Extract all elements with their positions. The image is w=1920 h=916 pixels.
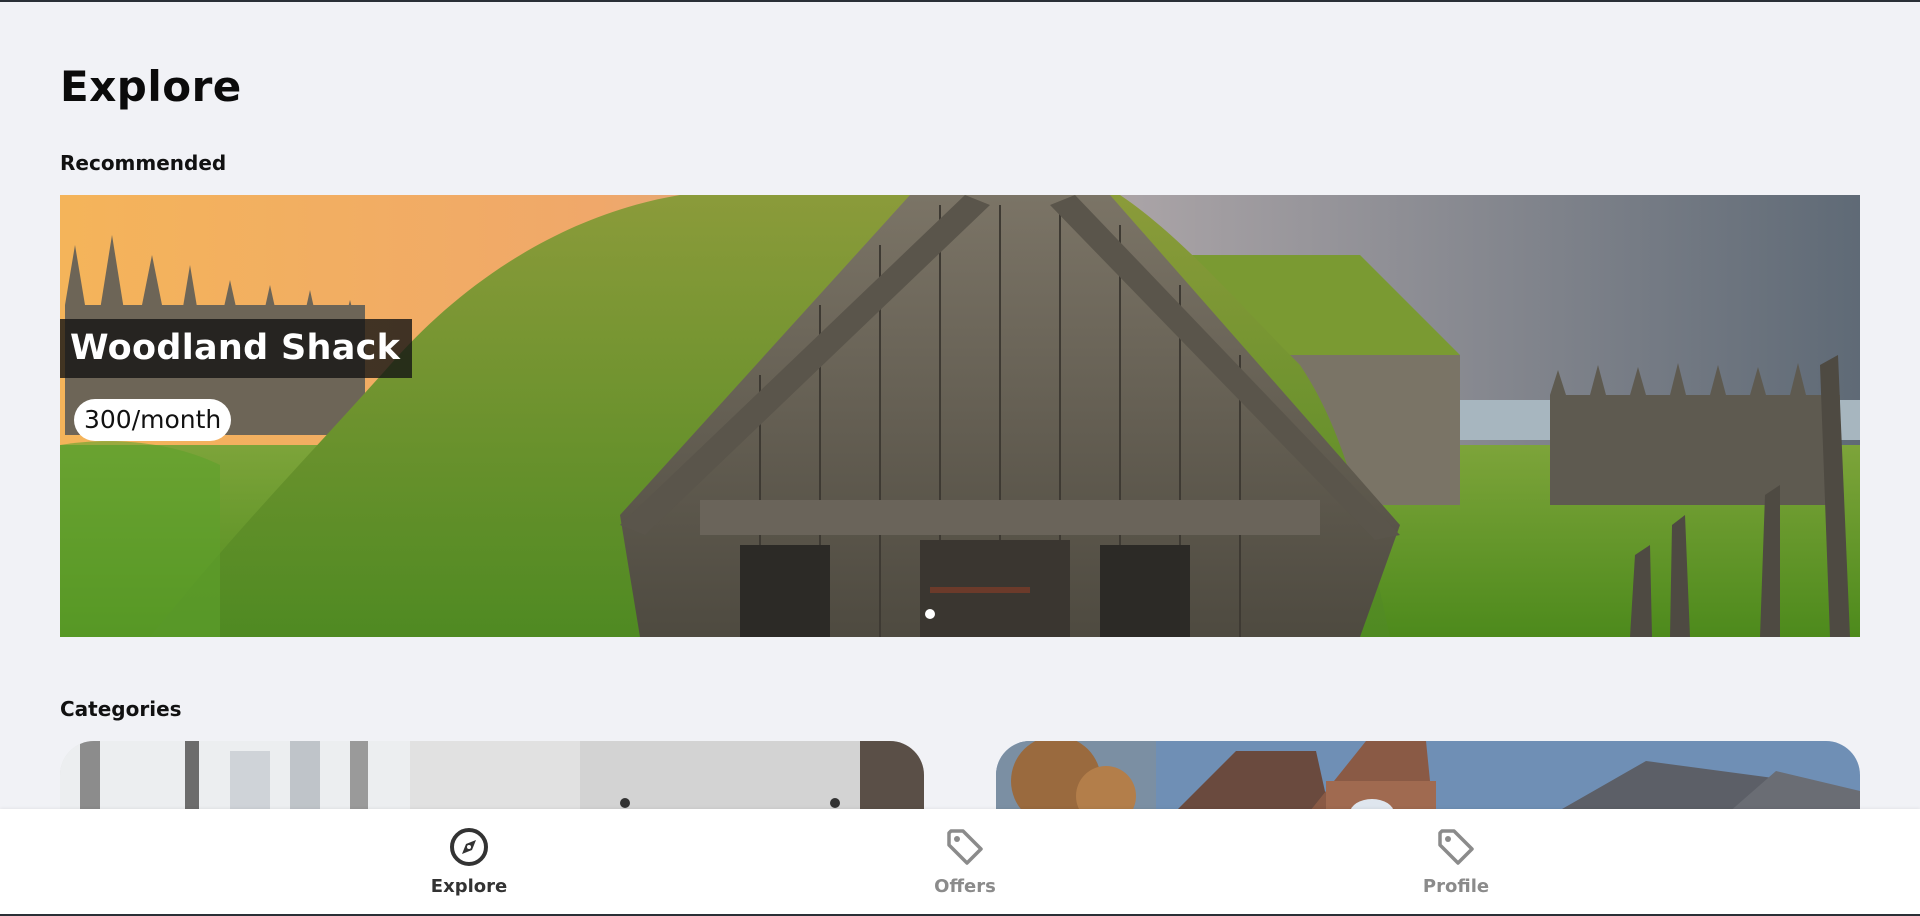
nav-item-explore[interactable]: Explore <box>369 809 569 916</box>
page-title: Explore <box>60 62 242 111</box>
listing-price-badge: 300/month <box>74 399 232 441</box>
nav-label-profile: Profile <box>1422 876 1490 897</box>
compass-icon <box>450 828 488 866</box>
top-border <box>0 0 1920 2</box>
listing-title: Woodland Shack <box>60 319 413 378</box>
tag-icon <box>947 829 983 865</box>
bottom-navigation: Explore Offers Profile <box>0 809 1920 916</box>
categories-heading: Categories <box>60 697 182 721</box>
recommended-listing-card[interactable]: Woodland Shack 300/month <box>60 195 1860 637</box>
nav-label-explore: Explore <box>430 876 508 897</box>
tag-icon <box>1438 829 1474 865</box>
explore-page: Explore Recommended Woodland Shack 300/m… <box>0 0 1920 916</box>
nav-item-offers[interactable]: Offers <box>865 809 1065 916</box>
listing-photo <box>60 195 1860 637</box>
recommended-heading: Recommended <box>60 151 227 175</box>
nav-label-offers: Offers <box>934 876 996 897</box>
carousel-dot-active[interactable] <box>925 609 935 619</box>
nav-item-profile[interactable]: Profile <box>1356 809 1556 916</box>
